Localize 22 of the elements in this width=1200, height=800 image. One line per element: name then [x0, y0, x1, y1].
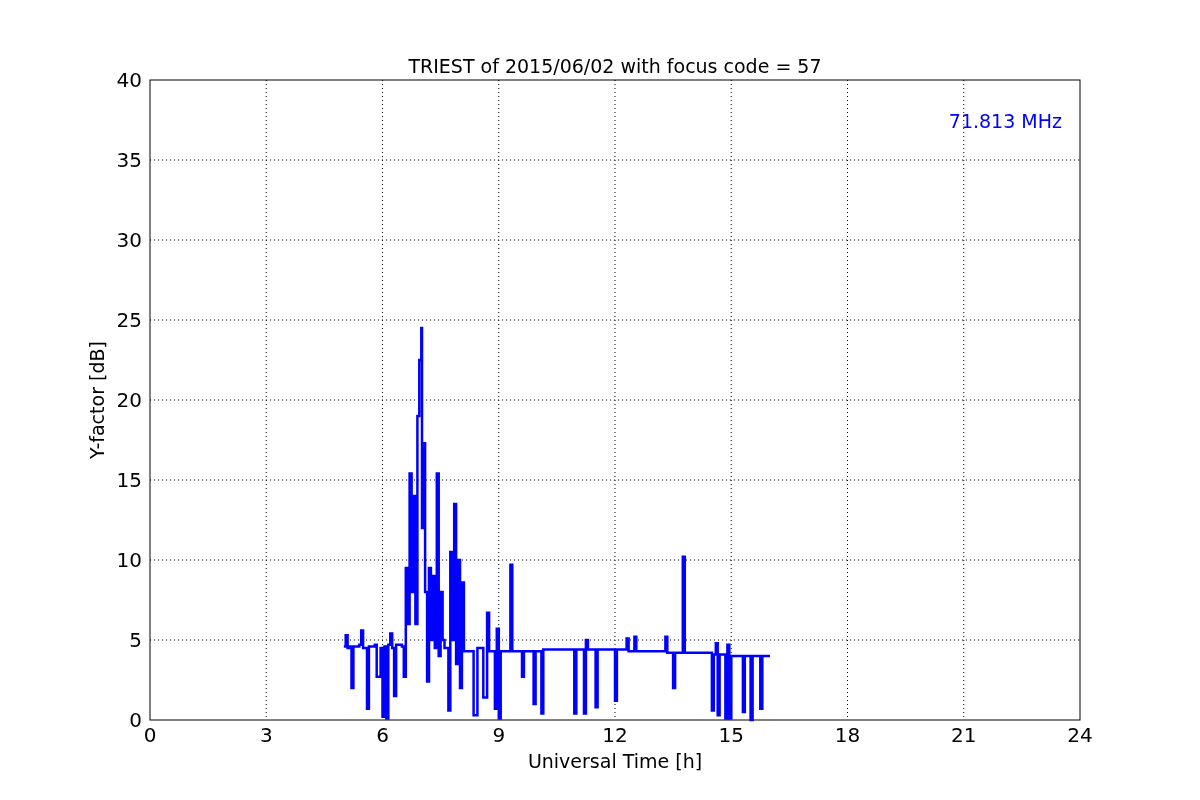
y-tick-label: 20 [116, 388, 142, 412]
chart-title: TRIEST of 2015/06/02 with focus code = 57 [408, 55, 822, 77]
x-tick-label: 9 [492, 723, 506, 747]
y-tick-label: 10 [116, 548, 142, 572]
y-tick-label: 5 [129, 628, 142, 652]
x-tick-label: 0 [143, 723, 157, 747]
y-tick-label: 25 [116, 308, 142, 332]
x-axis-label: Universal Time [h] [527, 750, 703, 772]
y-tick-label: 0 [129, 708, 142, 732]
x-tick-label: 21 [951, 723, 977, 747]
x-tick-label: 3 [259, 723, 273, 747]
x-tick-label: 15 [718, 723, 744, 747]
y-tick-label: 30 [116, 228, 142, 252]
series-label: 71.813 MHz [948, 110, 1062, 132]
x-tick-label: 12 [602, 723, 628, 747]
x-tick-label: 6 [376, 723, 389, 747]
x-tick-label: 24 [1067, 723, 1093, 747]
x-tick-label: 18 [834, 723, 861, 747]
y-tick-label: 35 [116, 148, 142, 172]
y-tick-label: 15 [116, 468, 142, 492]
y-tick-label: 40 [116, 68, 142, 92]
y-axis-label: Y-factor [dB] [86, 341, 108, 459]
